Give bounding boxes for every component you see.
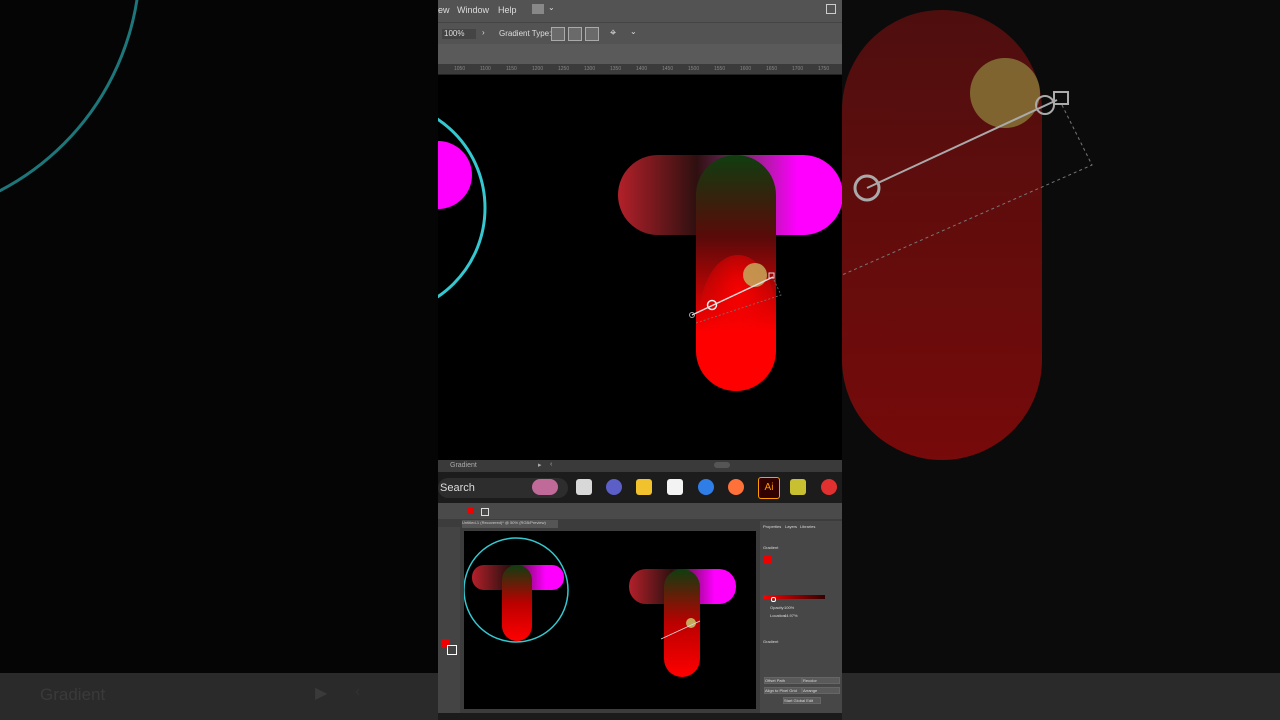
location-value[interactable]: 44.97% xyxy=(784,613,798,618)
fill-swatch-icon[interactable] xyxy=(468,508,474,514)
menu-item-window[interactable]: Window xyxy=(457,5,489,15)
blurred-back-icon: ‹ xyxy=(355,683,361,700)
gradient-type-label: Gradient Type: xyxy=(499,29,552,38)
app-icon[interactable] xyxy=(790,479,806,495)
gradient-panel-header: Gradient ▸ ‹ xyxy=(438,460,842,472)
ruler-tick: 1300 xyxy=(584,66,596,72)
ruler-tick: 1150 xyxy=(506,66,517,72)
back-icon[interactable]: ‹ xyxy=(550,461,552,468)
stroke-color-icon[interactable] xyxy=(447,645,457,655)
center-video-frame: ew Window Help ⌄ 100% › Gradient Type: ⌖… xyxy=(438,0,842,720)
blurred-gradient-title: Gradient xyxy=(40,685,106,704)
menu-item-help[interactable]: Help xyxy=(498,5,517,15)
ruler-tick: 1100 xyxy=(480,66,491,72)
recolor-label: Recolor xyxy=(803,678,817,683)
ruler-tick: 1250 xyxy=(558,66,570,72)
gradient-stop-handle[interactable] xyxy=(743,263,767,287)
play-icon[interactable]: ▸ xyxy=(538,461,542,469)
recolor-button[interactable]: Recolor xyxy=(802,677,840,684)
radial-gradient-button[interactable] xyxy=(568,27,582,41)
properties-panel: Properties Layers Libraries Gradient Opa… xyxy=(760,521,842,720)
mini-illustrator-window: Untitled-1 (Recovered)* @ 50% (RGB/Previ… xyxy=(438,503,842,720)
artboard-canvas[interactable] xyxy=(438,75,842,460)
chevron-right-icon[interactable]: › xyxy=(482,28,485,37)
document-tab[interactable]: Untitled-1 (Recovered)* @ 50% (RGB/Previ… xyxy=(462,520,558,528)
ruler-tick: 1550 xyxy=(714,66,726,72)
mini-artboard[interactable] xyxy=(464,531,756,709)
ruler-tick: 1650 xyxy=(766,66,778,72)
linear-gradient-button[interactable] xyxy=(551,27,565,41)
ruler-tick: 1050 xyxy=(454,66,466,72)
freeform-gradient-button[interactable] xyxy=(585,27,599,41)
opacity-label: Opacity: xyxy=(770,605,785,610)
gradient-subsection-title: Gradient xyxy=(763,639,779,644)
gradient-swatch-icon[interactable] xyxy=(763,555,771,563)
background-left-blur: Gradient ▶ ‹ xyxy=(0,0,438,720)
blurred-play-icon: ▶ xyxy=(315,685,328,702)
ruler-tick: 1200 xyxy=(532,66,544,72)
menu-item-view[interactable]: ew xyxy=(438,5,450,15)
arrange-button[interactable]: Arrange xyxy=(802,687,840,694)
opacity-value[interactable]: 100% xyxy=(784,605,794,610)
windows-taskbar: Search Ai xyxy=(438,472,842,503)
illustrator-menubar: ew Window Help ⌄ xyxy=(438,0,842,22)
ruler-tick: 1450 xyxy=(662,66,674,72)
firefox-icon[interactable] xyxy=(728,479,744,495)
gradient-section-title: Gradient xyxy=(763,545,779,550)
start-global-edit-button[interactable]: Start Global Edit xyxy=(783,697,821,704)
start-global-edit-label: Start Global Edit xyxy=(784,698,814,703)
chat-icon[interactable] xyxy=(606,479,622,495)
ruler-tick: 1500 xyxy=(688,66,700,72)
chevron-down-icon[interactable]: ⌄ xyxy=(630,27,637,36)
ruler-gap xyxy=(438,44,842,64)
gradient-panel-title: Gradient xyxy=(450,462,477,469)
search-highlight-icon xyxy=(532,479,558,495)
panel-tab-libraries[interactable]: Libraries xyxy=(800,524,815,529)
gradient-slider-stop[interactable] xyxy=(771,597,776,602)
ruler-tick: 1700 xyxy=(792,66,804,72)
workspace-switcher-icon[interactable] xyxy=(532,4,544,14)
store-icon[interactable] xyxy=(667,479,683,495)
illustrator-icon[interactable]: Ai xyxy=(758,477,780,499)
horizontal-ruler: 1050 1100 1150 1200 1250 1300 1350 1400 … xyxy=(438,64,842,75)
panel-tab-properties[interactable]: Properties xyxy=(763,524,781,529)
chevron-down-icon[interactable]: ⌄ xyxy=(548,3,555,12)
eyedropper-icon[interactable]: ⌖ xyxy=(610,27,616,40)
ruler-tick: 1400 xyxy=(636,66,648,72)
scroll-handle[interactable] xyxy=(714,462,730,468)
mini-taskbar xyxy=(438,713,842,720)
mini-stem-left xyxy=(502,565,532,641)
tools-panel xyxy=(438,527,460,713)
arrange-label: Arrange xyxy=(803,688,818,693)
panel-tab-layers[interactable]: Layers xyxy=(785,524,797,529)
copilot-icon[interactable] xyxy=(698,479,714,495)
ruler-tick: 1750 xyxy=(818,66,830,72)
align-pixel-grid-label: Align to Pixel Grid xyxy=(765,688,797,693)
align-pixel-grid-button[interactable]: Align to Pixel Grid xyxy=(764,687,802,694)
zoom-field[interactable]: 100% xyxy=(442,29,476,39)
offset-path-label: Offset Path xyxy=(765,678,785,683)
blurred-panel-bar: Gradient ▶ ‹ xyxy=(0,673,438,720)
window-restore-icon[interactable] xyxy=(826,4,836,14)
blurred-right-bar xyxy=(842,673,1280,720)
file-explorer-icon[interactable] xyxy=(636,479,652,495)
recorder-icon[interactable] xyxy=(821,479,837,495)
stroke-swatch-icon[interactable] xyxy=(481,508,489,516)
magenta-shape xyxy=(438,141,472,209)
ruler-tick: 1350 xyxy=(610,66,622,72)
control-bar: 100% › Gradient Type: ⌖ ⌄ xyxy=(438,22,842,45)
ruler-tick: 1600 xyxy=(740,66,752,72)
blurred-zoomed-shape xyxy=(842,10,1093,460)
background-right-blur xyxy=(842,0,1280,720)
blurred-cyan-arc xyxy=(0,0,139,193)
offset-path-button[interactable]: Offset Path xyxy=(764,677,802,684)
task-view-icon[interactable] xyxy=(576,479,592,495)
mini-control-bar xyxy=(438,503,842,519)
